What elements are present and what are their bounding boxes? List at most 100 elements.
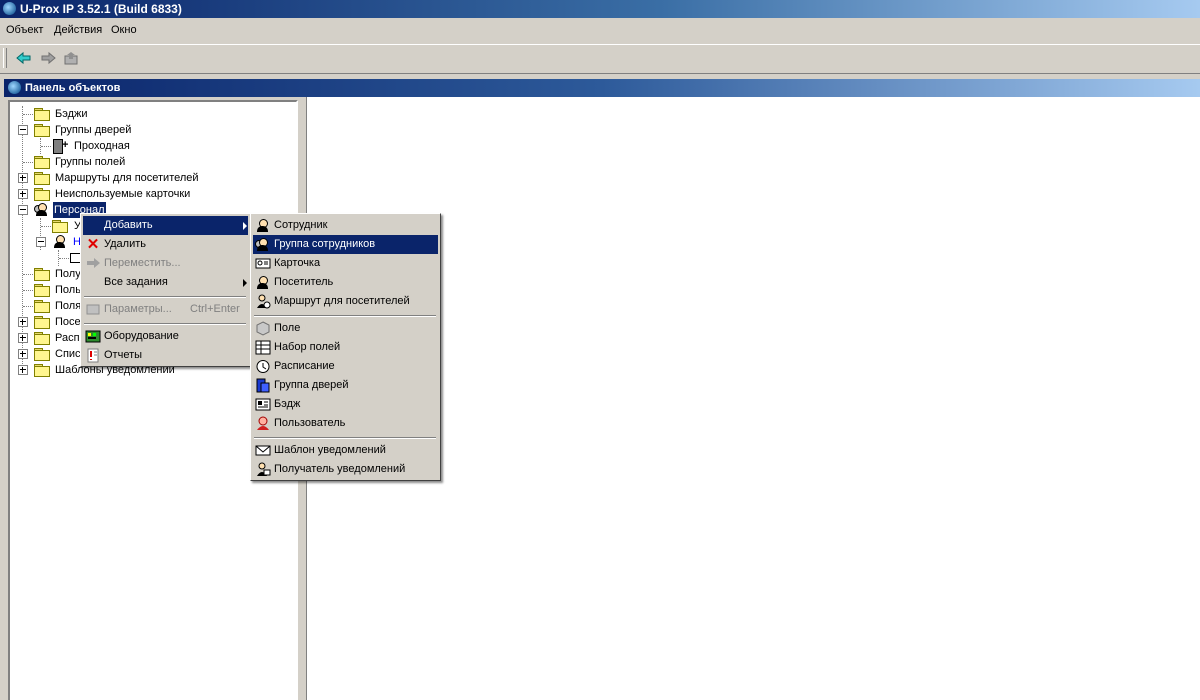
menu-separator	[254, 315, 436, 317]
back-arrow-icon[interactable]	[15, 50, 33, 66]
submenu-item-employee[interactable]: Сотрудник	[253, 216, 438, 235]
menu-window[interactable]: Окно	[111, 24, 137, 36]
expand-icon[interactable]	[18, 365, 28, 375]
submenu-item-field[interactable]: Поле	[253, 319, 438, 338]
delete-x-icon: ✕	[86, 236, 100, 253]
title-bar: U-Prox IP 3.52.1 (Build 6833)	[0, 0, 1200, 18]
field-set-icon	[255, 340, 271, 355]
menu-item-label: Группа сотрудников	[274, 238, 376, 250]
panel-icon	[8, 81, 21, 94]
menu-item-label: Группа дверей	[274, 379, 349, 391]
tree-item-door-groups[interactable]: Группы дверей	[10, 122, 290, 138]
expand-icon[interactable]	[18, 173, 28, 183]
menu-object[interactable]: Объект	[6, 24, 43, 36]
tree-item-label: Поля	[55, 300, 82, 312]
menu-item-delete[interactable]: ✕ Удалить	[83, 235, 248, 254]
window-title: U-Prox IP 3.52.1 (Build 6833)	[20, 2, 182, 16]
submenu-item-card[interactable]: Карточка	[253, 254, 438, 273]
submenu-arrow-icon	[243, 222, 247, 230]
folder-icon	[34, 268, 50, 281]
submenu-arrow-icon	[243, 279, 247, 287]
menu-item-label: Карточка	[274, 257, 321, 269]
tree-item-label: Бэджи	[55, 108, 88, 120]
menu-item-all-tasks[interactable]: Все задания	[83, 273, 248, 292]
folder-icon	[34, 156, 50, 169]
menu-item-label: Маршрут для посетителей	[274, 295, 410, 307]
submenu-item-user[interactable]: Пользователь	[253, 414, 438, 433]
menu-item-label: Пользователь	[274, 417, 346, 429]
submenu-item-notification-recipient[interactable]: Получатель уведомлений	[253, 460, 438, 479]
submenu-item-schedule[interactable]: Расписание	[253, 357, 438, 376]
menu-item-label: Добавить	[104, 219, 153, 231]
expand-icon[interactable]	[18, 317, 28, 327]
menu-item-properties[interactable]: Параметры... Ctrl+Enter	[83, 300, 248, 319]
collapse-icon[interactable]	[18, 125, 28, 135]
collapse-icon[interactable]	[18, 205, 28, 215]
submenu-item-visitor[interactable]: Посетитель	[253, 273, 438, 292]
folder-icon	[34, 108, 50, 121]
menu-item-label: Переместить...	[104, 257, 181, 269]
tree-item-label: Посе	[55, 316, 81, 328]
menu-item-label: Расписание	[274, 360, 335, 372]
expand-icon[interactable]	[18, 349, 28, 359]
tree-item-unused-cards[interactable]: Неиспользуемые карточки	[10, 186, 290, 202]
reports-icon	[85, 348, 101, 363]
user-icon	[255, 416, 271, 431]
tree-item-label: Проходная	[74, 140, 130, 152]
context-menu: Добавить ✕ Удалить Переместить... Все за…	[80, 213, 251, 367]
menu-actions[interactable]: Действия	[54, 24, 102, 36]
menu-item-label: Отчеты	[104, 349, 143, 361]
tree-item-label: Расп	[55, 332, 80, 344]
menu-item-hardware[interactable]: Оборудование	[83, 327, 248, 346]
folder-icon	[34, 284, 50, 297]
tree-item-label: Поль	[55, 284, 81, 296]
menu-item-label: Все задания	[104, 276, 168, 288]
tree-item-label: Группы полей	[55, 156, 126, 168]
tree-item-field-groups[interactable]: Группы полей	[10, 154, 290, 170]
visitor-icon	[255, 275, 271, 290]
submenu-item-door-group[interactable]: Группа дверей	[253, 376, 438, 395]
forward-arrow-icon[interactable]	[39, 50, 57, 66]
notification-recipient-icon	[255, 462, 271, 477]
tree-item-badges[interactable]: Бэджи	[10, 106, 290, 122]
toolbar	[0, 44, 1200, 74]
expand-icon[interactable]	[18, 333, 28, 343]
menu-item-move[interactable]: Переместить...	[83, 254, 248, 273]
employee-icon	[52, 234, 68, 250]
submenu-item-field-set[interactable]: Набор полей	[253, 338, 438, 357]
app-icon	[3, 2, 16, 15]
schedule-clock-icon	[255, 359, 271, 374]
menu-item-add[interactable]: Добавить	[83, 216, 248, 235]
menu-item-label: Поле	[274, 322, 301, 334]
folder-icon	[34, 188, 50, 201]
menu-item-reports[interactable]: Отчеты	[83, 346, 248, 365]
menu-item-label: Набор полей	[274, 341, 341, 353]
tree-item-checkpoint[interactable]: Проходная	[10, 137, 290, 154]
folder-icon	[34, 316, 50, 329]
folder-icon	[34, 124, 50, 137]
folder-icon	[34, 348, 50, 361]
submenu-item-employee-group[interactable]: Группа сотрудников	[253, 235, 438, 254]
menu-separator	[254, 437, 436, 439]
folder-icon	[34, 332, 50, 345]
expand-icon[interactable]	[18, 189, 28, 199]
card-icon	[255, 256, 271, 271]
menu-separator	[84, 296, 246, 298]
folder-icon	[34, 172, 50, 185]
submenu-item-notification-template[interactable]: Шаблон уведомлений	[253, 441, 438, 460]
envelope-icon	[255, 443, 271, 458]
submenu-item-visitor-route[interactable]: Маршрут для посетителей	[253, 292, 438, 311]
submenu-item-badge[interactable]: Бэдж	[253, 395, 438, 414]
menu-item-label: Сотрудник	[274, 219, 328, 231]
menu-item-shortcut: Ctrl+Enter	[190, 303, 240, 315]
menu-bar: Объект Действия Окно	[0, 21, 1200, 41]
tree-item-visitor-routes[interactable]: Маршруты для посетителей	[10, 170, 290, 186]
collapse-icon[interactable]	[36, 237, 46, 247]
menu-item-label: Шаблон уведомлений	[274, 444, 386, 456]
folder-icon	[34, 364, 50, 377]
folder-icon	[52, 220, 68, 233]
panel-title: Панель объектов	[25, 82, 121, 94]
toolbar-grip[interactable]	[3, 48, 7, 68]
folder-up-icon[interactable]	[63, 50, 81, 66]
tree-item-label: Группы дверей	[55, 124, 132, 136]
